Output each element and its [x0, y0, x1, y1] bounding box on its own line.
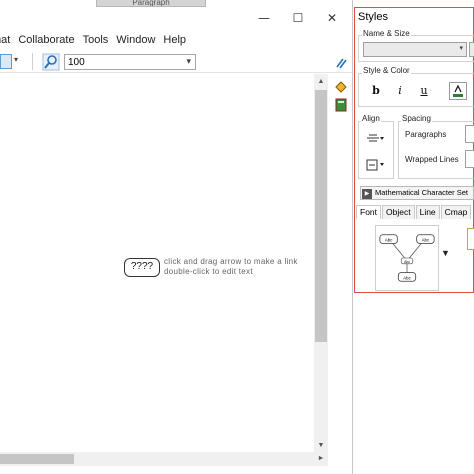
panel-title: Styles — [358, 11, 388, 23]
menu-window[interactable]: Window — [116, 34, 155, 46]
book-icon[interactable] — [334, 98, 348, 112]
preview-dropdown-icon[interactable]: ▼ — [441, 248, 450, 258]
toolbar-separator — [32, 53, 33, 70]
wrapped-lines-label: Wrapped Lines — [405, 155, 459, 164]
divider — [352, 0, 353, 474]
style-color-label: Style & Color — [362, 66, 411, 75]
bold-button[interactable]: b — [367, 82, 385, 100]
paint-bucket-icon[interactable] — [334, 80, 348, 94]
tab-object[interactable]: Object — [382, 205, 415, 219]
hint-text-link: click and drag arrow to make a link — [164, 257, 298, 266]
wrapped-lines-spacing-field[interactable] — [465, 150, 474, 168]
scroll-right-icon[interactable]: ► — [314, 453, 328, 465]
maximize-button[interactable]: ☐ — [286, 10, 310, 26]
align-center-icon[interactable] — [365, 132, 385, 146]
character-set-row[interactable]: ▶ Mathematical Character Set — [360, 186, 474, 200]
underline-button[interactable]: u — [415, 82, 433, 100]
preview-node-label: Abc — [385, 238, 393, 243]
right-toolbar — [330, 52, 352, 452]
text-color-button[interactable] — [449, 82, 467, 100]
preview-node-label: Abc — [403, 275, 411, 280]
hint-text-edit: double-click to edit text — [164, 267, 253, 276]
paragraphs-label: Paragraphs — [405, 130, 447, 139]
view-icon[interactable] — [0, 54, 12, 69]
menu-format[interactable]: mat — [0, 34, 10, 46]
zoom-value: 100 — [68, 57, 85, 68]
style-preview-alt[interactable] — [467, 228, 474, 250]
menu-collaborate[interactable]: Collaborate — [18, 34, 74, 46]
tab-font[interactable]: Font — [356, 205, 382, 219]
scroll-up-icon[interactable]: ▲ — [314, 76, 328, 88]
zoom-magnifier-icon[interactable] — [42, 53, 60, 71]
chevron-down-icon: ▾ — [459, 45, 463, 52]
menu-bar: mat Collaborate Tools Window Help — [0, 31, 352, 49]
styles-tabs: Font Object Line Cmap — [356, 205, 474, 219]
preview-link-label: Abc — [404, 260, 410, 264]
tab-cmap[interactable]: Cmap — [440, 205, 472, 219]
link-tool-icon[interactable] — [334, 56, 348, 70]
expand-arrow-icon[interactable]: ▶ — [362, 189, 372, 199]
view-dropdown-arrow[interactable]: ▾ — [14, 55, 18, 64]
italic-button[interactable]: i — [391, 82, 409, 100]
menu-help[interactable]: Help — [163, 34, 186, 46]
vertical-scroll-thumb[interactable] — [315, 90, 327, 342]
align-label: Align — [361, 114, 381, 123]
align-box-icon[interactable] — [365, 158, 385, 172]
style-preview[interactable]: Abc Abc Abc Abc — [375, 225, 439, 291]
tab-line[interactable]: Line — [415, 205, 440, 219]
name-size-label: Name & Size — [362, 29, 411, 38]
minimize-button[interactable]: — — [252, 10, 276, 26]
scroll-down-icon[interactable]: ▼ — [314, 440, 328, 452]
paragraphs-spacing-field[interactable] — [465, 125, 474, 143]
toolbar: ▾ 100 ▾ — [0, 51, 352, 73]
character-set-label: Mathematical Character Set — [375, 188, 468, 197]
title-bar: — ☐ ✕ — [0, 7, 352, 29]
font-size-select[interactable] — [469, 42, 474, 57]
menu-tools[interactable]: Tools — [83, 34, 109, 46]
background-tab[interactable]: Paragraph — [96, 0, 206, 7]
text-color-icon — [453, 84, 463, 97]
close-button[interactable]: ✕ — [320, 10, 344, 26]
horizontal-scroll-thumb[interactable] — [0, 454, 74, 464]
zoom-combobox[interactable]: 100 ▾ — [64, 54, 196, 70]
spacing-label: Spacing — [401, 114, 432, 123]
font-name-select[interactable]: ▾ — [363, 42, 467, 57]
preview-node-label: Abc — [422, 238, 430, 243]
chevron-down-icon[interactable]: ▾ — [186, 56, 191, 67]
main-window: Paragraph — ☐ ✕ mat Collaborate Tools Wi… — [0, 0, 352, 474]
styles-panel: Styles Name & Size ▾ Style & Color b i u… — [354, 7, 474, 293]
concept-node[interactable]: ???? — [124, 258, 160, 277]
